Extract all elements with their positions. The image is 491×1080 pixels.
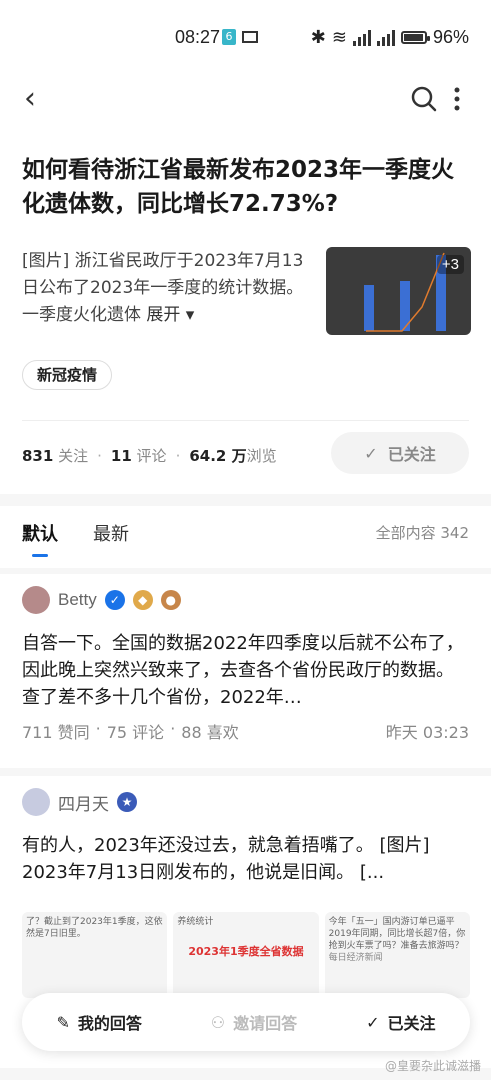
creator-badge-icon: ★: [117, 792, 137, 812]
question-title: 如何看待浙江省最新发布2023年一季度火化遗体数，同比增长72.73%?: [22, 157, 455, 217]
answer-card[interactable]: Betty ✓ ◆ ● 自答一下。全国的数据2022年四季度以后就不公布了，因此…: [0, 574, 491, 768]
invite-user-icon: ⚇: [210, 1012, 226, 1032]
views-count: 64.2 万: [189, 447, 247, 465]
back-icon[interactable]: ‹: [24, 84, 36, 114]
signal-icon: [352, 29, 371, 46]
views-label: 浏览: [246, 447, 277, 465]
all-content-count: 全部内容 342: [375, 524, 469, 542]
more-icon[interactable]: [449, 84, 465, 114]
answer-tabs: 默认 最新 全部内容 342: [0, 506, 491, 568]
image-head: 养统统计: [177, 917, 214, 927]
status-right: ✱ ≋ 96%: [311, 27, 469, 48]
image-title: 2023年1季度全省数据: [188, 945, 304, 958]
mail-icon: [242, 31, 258, 43]
battery-icon: [400, 31, 430, 44]
battery-percent: 96%: [432, 27, 469, 47]
author-name[interactable]: Betty: [58, 590, 97, 610]
image-text: 今年「五一」国内游订单已逼平2019年同期，同比增长超7倍，你抢到火车票了吗？准…: [328, 917, 466, 951]
notification-badge: 6: [222, 29, 236, 45]
answer-text[interactable]: 有的人，2023年还没过去，就急着捂嘴了。 [图片] 2023年7月13日刚发布…: [22, 832, 470, 886]
check-icon: ✓: [366, 1012, 380, 1032]
check-icon: ✓: [364, 443, 378, 463]
answer-image[interactable]: 养统统计 2023年1季度全省数据: [173, 912, 319, 998]
image-text: 了？截止到了2023年1季度，这依然是7日旧里。: [26, 917, 163, 939]
level-badge-icon: ◆: [132, 590, 153, 610]
bluetooth-icon: ✱: [310, 27, 326, 47]
top-nav: ‹: [0, 70, 491, 130]
question-excerpt[interactable]: [图片] 浙江省民政厅于2023年7月13日公布了2023年一季度的统计数据。一…: [22, 248, 312, 329]
more-images-badge: +3: [436, 255, 464, 274]
question-thumbnail[interactable]: +3: [326, 247, 471, 335]
follow-label: 已关注: [387, 445, 436, 464]
bottom-action-bar: ✎ 我的回答 ⚇ 邀请回答 ✓ 已关注: [22, 993, 470, 1051]
tab-latest[interactable]: 最新: [93, 520, 129, 546]
tab-default[interactable]: 默认: [22, 520, 58, 546]
status-time: 08:27: [175, 27, 221, 47]
watermark: @皇要杂此诚滋播: [384, 1059, 481, 1073]
favs-count: 88 喜欢: [181, 723, 239, 742]
answer-meta: 711 赞同 · 75 评论 · 88 喜欢: [22, 719, 239, 742]
medal-icon: ●: [160, 590, 181, 610]
comments-count: 11: [110, 446, 132, 465]
expand-label: 展开: [146, 305, 181, 325]
comments-label: 评论: [136, 447, 167, 465]
answer-text[interactable]: 自答一下。全国的数据2022年四季度以后就不公布了，因此晚上突然兴致来了，去查各…: [22, 630, 470, 711]
author-name[interactable]: 四月天: [58, 790, 109, 815]
wifi-icon: ≋: [331, 27, 347, 47]
expand-link[interactable]: 展开 ▾: [146, 305, 194, 325]
my-answer-button[interactable]: ✎ 我的回答: [56, 1010, 141, 1034]
followers-label: 关注: [58, 447, 89, 465]
comments-count: 75 评论: [106, 723, 165, 742]
invite-label: 邀请回答: [233, 1014, 298, 1033]
edit-icon: ✎: [56, 1012, 70, 1032]
follow-question-button[interactable]: ✓ 已关注: [331, 432, 469, 474]
answer-image[interactable]: 了？截止到了2023年1季度，这依然是7日旧里。: [22, 912, 168, 998]
answer-images[interactable]: 了？截止到了2023年1季度，这依然是7日旧里。 养统统计 2023年1季度全省…: [22, 912, 470, 998]
followed-button[interactable]: ✓ 已关注: [366, 1010, 435, 1034]
answer-time: 昨天 03:23: [385, 723, 469, 742]
followed-label: 已关注: [387, 1014, 436, 1033]
question-stats: 831 关注 · 11 评论 · 64.2 万浏览: [22, 446, 277, 466]
verified-icon: ✓: [104, 590, 125, 610]
status-bar: 08:27 6 ✱ ≋ 96%: [0, 0, 491, 70]
image-source: 每日经济新闻: [328, 953, 383, 963]
tab-indicator: [32, 554, 48, 557]
avatar[interactable]: [22, 788, 50, 816]
answer-image[interactable]: 今年「五一」国内游订单已逼平2019年同期，同比增长超7倍，你抢到火车票了吗？准…: [324, 912, 470, 998]
divider: [22, 420, 469, 421]
question-card: 如何看待浙江省最新发布2023年一季度火化遗体数，同比增长72.73%? [图片…: [0, 130, 491, 494]
avatar[interactable]: [22, 586, 50, 614]
followers-count: 831: [22, 446, 54, 465]
likes-count: 711 赞同: [22, 723, 90, 742]
answer-author[interactable]: Betty ✓ ◆ ●: [22, 586, 181, 614]
answer-author[interactable]: 四月天 ★: [22, 788, 137, 816]
signal-2-icon: [376, 29, 395, 46]
search-icon[interactable]: [409, 84, 439, 114]
topic-tag[interactable]: 新冠疫情: [22, 360, 113, 390]
my-answer-label: 我的回答: [77, 1014, 142, 1033]
invite-answer-button[interactable]: ⚇ 邀请回答: [211, 1010, 297, 1034]
